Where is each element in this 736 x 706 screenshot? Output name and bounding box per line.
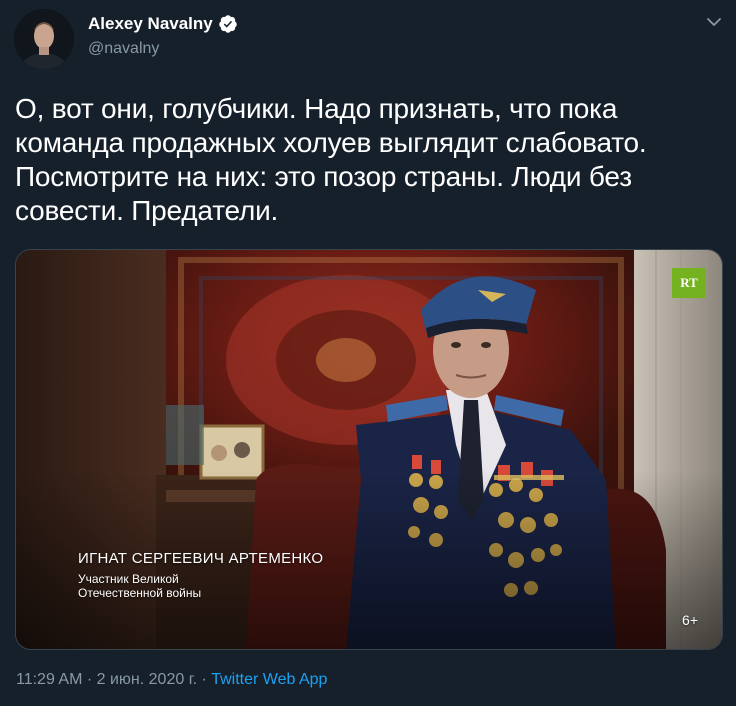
tweet-card: Alexey Navalny @navalny О, вот они, голу… xyxy=(0,0,736,706)
meta-separator: · xyxy=(197,671,212,688)
tweet-date[interactable]: 2 июн. 2020 г. xyxy=(97,671,197,688)
tweet-time[interactable]: 11:29 AM xyxy=(16,671,82,688)
age-rating: 6+ xyxy=(682,612,698,628)
caption-line-1: Участник Великой xyxy=(78,572,179,586)
avatar[interactable] xyxy=(14,9,74,69)
tweet-source-link[interactable]: Twitter Web App xyxy=(211,671,327,688)
chevron-down-icon[interactable] xyxy=(704,12,724,32)
caption-line-2: Отечественной войны xyxy=(78,586,202,600)
author-handle[interactable]: @navalny xyxy=(88,40,159,58)
video-media[interactable]: RT ИГНАТ СЕРГЕЕВИЧ АРТЕМЕНКО Участник Ве… xyxy=(15,249,723,650)
meta-separator: · xyxy=(82,671,97,688)
verified-badge-icon xyxy=(218,14,238,34)
rt-logo: RT xyxy=(672,268,706,298)
author-name[interactable]: Alexey Navalny xyxy=(88,14,238,34)
caption-subtitle: Участник Великой Отечественной войны xyxy=(78,572,278,600)
tweet-meta: 11:29 AM · 2 июн. 2020 г. · Twitter Web … xyxy=(16,671,327,689)
tweet-text: О, вот они, голубчики. Надо признать, чт… xyxy=(15,93,647,226)
author-name-label[interactable]: Alexey Navalny xyxy=(88,14,213,34)
caption-name: ИГНАТ СЕРГЕЕВИЧ АРТЕМЕНКО xyxy=(78,550,324,567)
